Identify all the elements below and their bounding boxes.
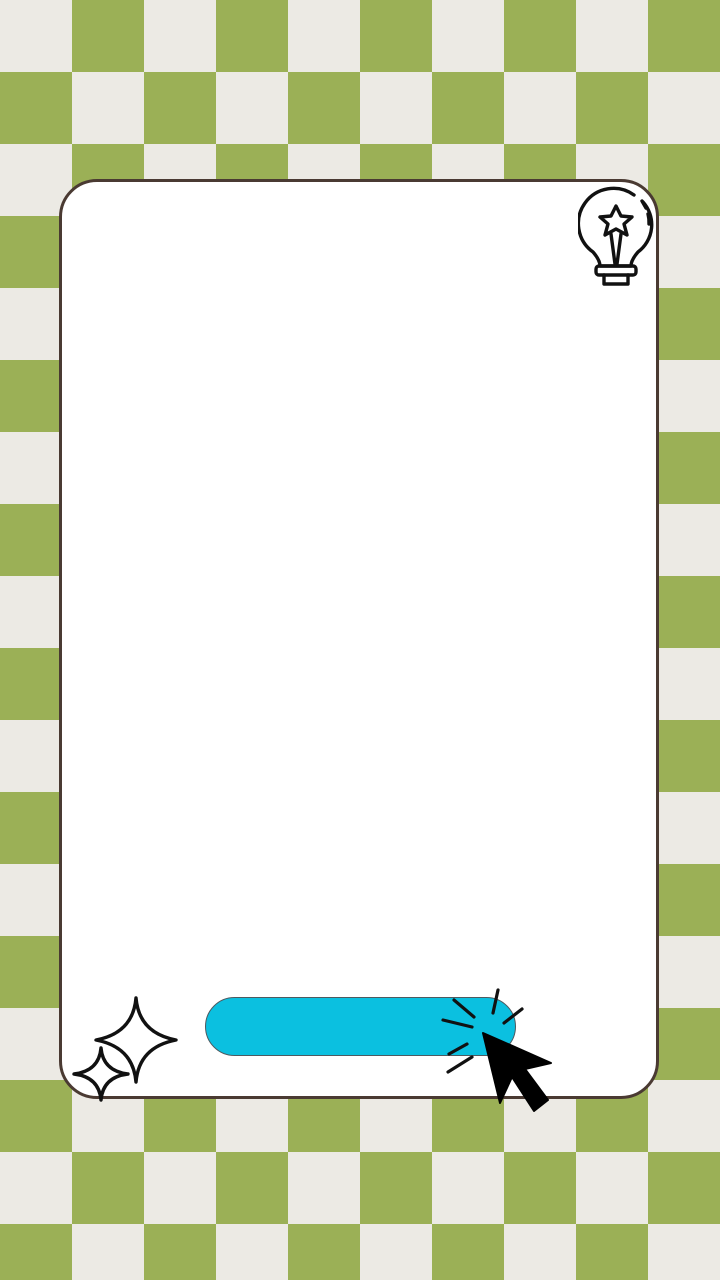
cursor-click-icon (441, 988, 552, 1112)
sparkle-icon (72, 996, 178, 1102)
content-card (59, 179, 659, 1099)
lightbulb-star-icon (578, 186, 654, 286)
